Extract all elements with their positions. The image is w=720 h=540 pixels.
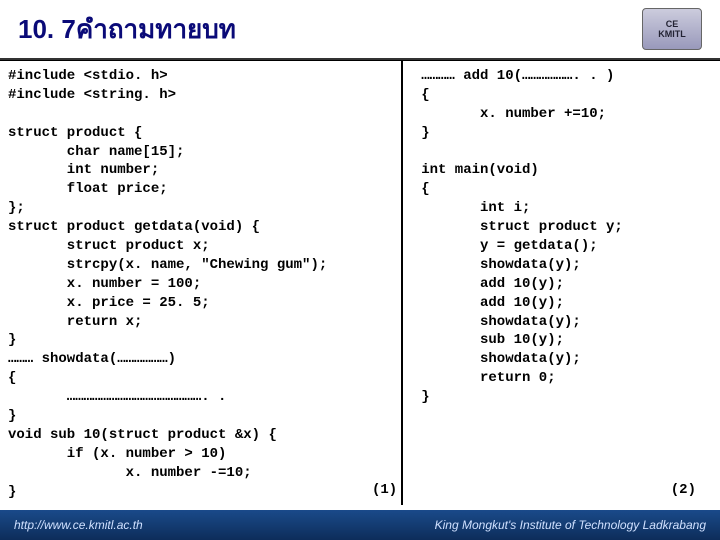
footer-url: http://www.ce.kmitl.ac.th	[14, 518, 143, 532]
slide-footer: http://www.ce.kmitl.ac.th King Mongkut's…	[0, 510, 720, 540]
code-left-column: #include <stdio. h> #include <string. h>…	[0, 61, 403, 505]
slide-title: 10. 7คำถามทายบท	[18, 9, 236, 50]
code-right-column: ………… add 10(………………. . ) { x. number +=10…	[403, 61, 720, 505]
logo-text-bottom: KMITL	[658, 29, 686, 39]
footer-institute: King Mongkut's Institute of Technology L…	[435, 518, 706, 532]
logo-text-top: CE	[666, 19, 679, 29]
slide-header: 10. 7คำถามทายบท CE KMITL	[0, 0, 720, 60]
code-columns: #include <stdio. h> #include <string. h>…	[0, 60, 720, 505]
kmitl-logo-icon: CE KMITL	[642, 8, 702, 50]
page-marker-right: (2)	[671, 482, 696, 498]
page-marker-left: (1)	[372, 482, 397, 498]
